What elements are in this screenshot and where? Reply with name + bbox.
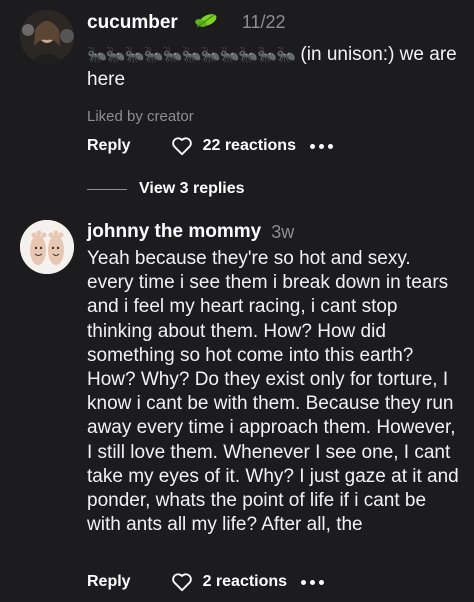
- avatar-feet-icon: [20, 220, 74, 274]
- reactions-count[interactable]: 22 reactions: [203, 137, 296, 155]
- timestamp: 3w: [271, 221, 295, 242]
- more-dots-icon[interactable]: [301, 579, 325, 585]
- username[interactable]: johnny the mommy: [87, 221, 261, 243]
- leaf-icon: [194, 10, 218, 35]
- reactions-count[interactable]: 2 reactions: [203, 573, 287, 591]
- comment-text: 🐜🐜🐜🐜🐜🐜🐜🐜🐜🐜🐜 (in unison:) we are here: [87, 43, 460, 92]
- more-dots-icon[interactable]: [309, 143, 333, 149]
- view-replies-button[interactable]: View 3 replies: [87, 180, 245, 198]
- comment-actions: Reply 22 reactions: [87, 136, 333, 156]
- comment-actions: Reply 2 reactions: [87, 572, 325, 592]
- reply-button[interactable]: Reply: [87, 137, 131, 155]
- reply-button[interactable]: Reply: [87, 573, 131, 591]
- avatar-photo-icon: [20, 10, 74, 64]
- username[interactable]: cucumber: [87, 12, 178, 34]
- comment-text: Yeah because they're so hot and sexy. ev…: [87, 248, 459, 536]
- heart-outline-icon[interactable]: [171, 136, 193, 156]
- ant-emojis: 🐜🐜🐜🐜🐜🐜🐜🐜🐜🐜🐜: [87, 47, 296, 64]
- heart-outline-icon[interactable]: [171, 572, 193, 592]
- view-replies-label: View 3 replies: [139, 180, 245, 197]
- avatar[interactable]: [20, 10, 74, 64]
- liked-by-creator-label: Liked by creator: [87, 108, 194, 126]
- avatar[interactable]: [20, 220, 74, 274]
- divider-line: [87, 188, 127, 190]
- timestamp: 11/22: [241, 12, 286, 32]
